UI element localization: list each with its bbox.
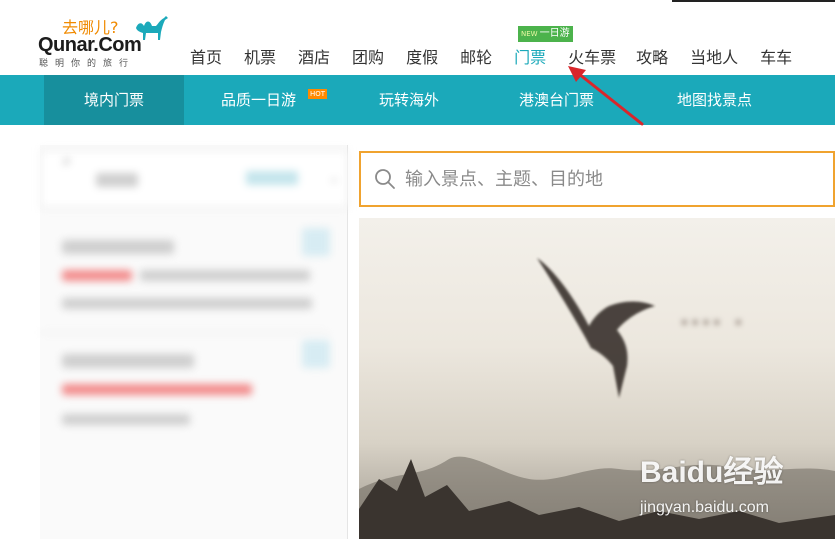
nav-tickets[interactable]: 门票 [514,44,546,72]
blurred-tag [302,228,330,256]
nav-home[interactable]: 首页 [190,44,222,72]
subnav-overseas-label: 玩转海外 [379,91,440,109]
location-pin-icon: ⌕ [63,153,71,169]
blurred-text [62,414,190,425]
annotation-arrow [568,66,644,126]
new-badge-label: NEW [521,30,538,38]
page: 去哪儿? Qunar.Com 聪明你的旅行 NEW 一日游 首页 机票 酒店 团购… [0,0,835,539]
nav-group-buy[interactable]: 团购 [352,44,384,72]
blurred-switch-city-button [246,171,298,185]
subnav-domestic-tickets[interactable]: 境内门票 [44,75,184,125]
subnav-quality-day-tour[interactable]: 品质一日游 [221,75,296,125]
search-icon [375,169,395,189]
subnav-map-search-label: 地图找景点 [677,91,753,109]
nav-vacation[interactable]: 度假 [406,44,438,72]
blurred-highlight [62,384,252,395]
hot-badge: HOT [308,89,328,99]
watermark-url: jingyan.baidu.com [640,499,769,516]
subnav-overseas[interactable]: 玩转海外 [379,75,439,125]
subnav-map-search[interactable]: 地图找景点 [677,75,752,125]
blurred-text [62,298,312,309]
blurred-text [140,270,310,281]
site-header: 去哪儿? Qunar.Com 聪明你的旅行 NEW 一日游 首页 机票 酒店 团购… [0,0,835,75]
blurred-tag [302,340,330,368]
baidu-jingyan-watermark: Baidu经验 jingyan.baidu.com [640,447,830,523]
search-input[interactable] [405,165,825,193]
subnav-domestic-tickets-label: 境内门票 [83,91,144,109]
nav-cruise[interactable]: 邮轮 [460,44,492,72]
blurred-heading [62,240,174,254]
attraction-search-box[interactable] [359,151,835,207]
nav-flights[interactable]: 机票 [244,44,276,72]
top-navigation: 首页 机票 酒店 团购 度假 邮轮 门票 火车票 攻略 当地人 车车 [190,44,814,72]
blurred-city-name [96,173,138,187]
blurred-banner-headline: ···· · [679,303,744,343]
blurred-heading [62,354,194,368]
qunar-logo[interactable]: 去哪儿? Qunar.Com 聪明你的旅行 [38,12,178,70]
logo-brand: Qunar.Com [38,34,142,56]
subnav-quality-day-tour-label: 品质一日游 [221,91,297,109]
blurred-highlight [62,270,132,281]
top-border-line [672,0,835,2]
nav-locals[interactable]: 当地人 [690,44,738,72]
sub-navigation: 境内门票 品质一日游 HOT 玩转海外 港澳台门票 地图找景点 [0,75,835,125]
eagle-image [537,258,655,398]
city-selector[interactable]: ⌕ ⌄ [40,150,348,208]
one-day-tour-badge-label: 一日游 [539,28,570,39]
new-one-day-tour-badge: NEW 一日游 [518,26,573,42]
logo-tagline: 聪明你的旅行 [39,59,136,69]
sidebar-divider [40,332,330,333]
nav-car[interactable]: 车车 [760,44,792,72]
nav-hotels[interactable]: 酒店 [298,44,330,72]
chevron-down-icon: ⌄ [328,171,339,185]
watermark-title: Baidu经验 [640,456,784,489]
